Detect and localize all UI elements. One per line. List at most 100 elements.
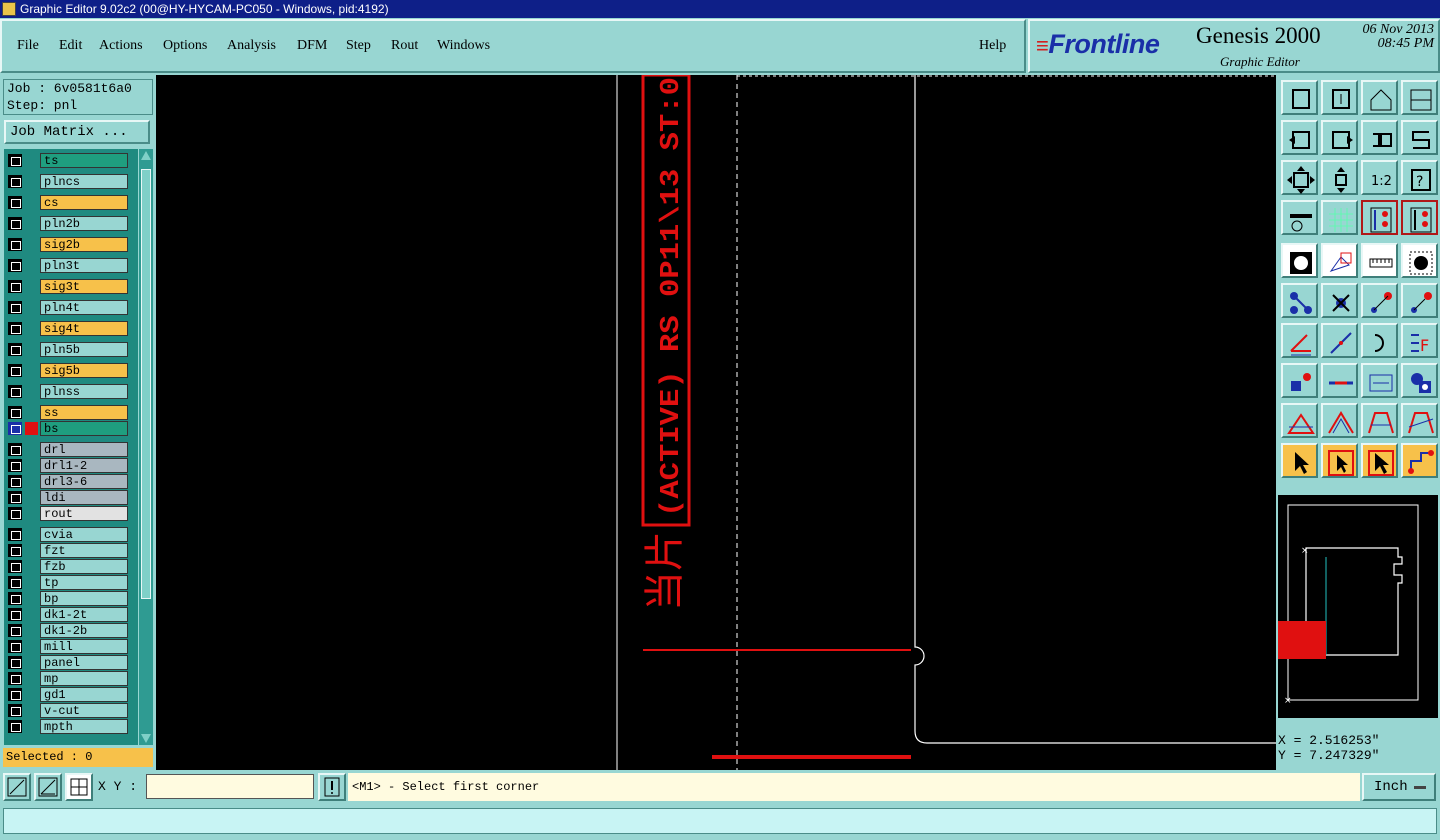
layer-name[interactable]: v-cut: [40, 703, 128, 718]
layer-name[interactable]: drl: [40, 442, 128, 457]
layer-checkbox[interactable]: [8, 592, 22, 605]
angle-icon[interactable]: [1281, 323, 1318, 358]
layer-name[interactable]: pln5b: [40, 342, 128, 357]
menu-dfm[interactable]: DFM: [297, 38, 327, 54]
pan-left-icon[interactable]: [1281, 120, 1318, 155]
dot-icon[interactable]: [1401, 243, 1438, 278]
tools-icon[interactable]: [1281, 200, 1318, 235]
unit-select[interactable]: Inch: [1362, 773, 1436, 801]
layer-checkbox[interactable]: [8, 322, 22, 335]
layer-name[interactable]: sig4t: [40, 321, 128, 336]
layer-checkbox[interactable]: [8, 656, 22, 669]
layer-row-dk1-2t[interactable]: dk1-2t: [6, 607, 128, 622]
layer-row-fzt[interactable]: fzt: [6, 543, 128, 558]
shapes-icon[interactable]: [1401, 363, 1438, 398]
layer-name[interactable]: rout: [40, 506, 128, 521]
layer-checkbox[interactable]: [8, 704, 22, 717]
layer-name[interactable]: tp: [40, 575, 128, 590]
xy-input[interactable]: [146, 774, 314, 799]
layer-row-drl[interactable]: drl: [6, 442, 128, 457]
menu-rout[interactable]: Rout: [391, 38, 418, 54]
layer-name[interactable]: plnss: [40, 384, 128, 399]
layer-row-ss[interactable]: ss: [6, 405, 128, 420]
scroll-up-icon[interactable]: [141, 151, 151, 160]
layer-row-fzb[interactable]: fzb: [6, 559, 128, 574]
layers-icon[interactable]: [1361, 200, 1398, 235]
snap-center-button[interactable]: [65, 773, 93, 801]
layer-checkbox[interactable]: [8, 459, 22, 472]
layer-row-sig2b[interactable]: sig2b: [6, 237, 128, 252]
layer-name[interactable]: mill: [40, 639, 128, 654]
layer-name[interactable]: bp: [40, 591, 128, 606]
layer-name[interactable]: bs: [40, 421, 128, 436]
layer-checkbox[interactable]: [8, 280, 22, 293]
layer-row-tp[interactable]: tp: [6, 575, 128, 590]
menu-analysis[interactable]: Analysis: [227, 38, 276, 54]
redo-icon[interactable]: [1401, 120, 1438, 155]
layer-name[interactable]: fzb: [40, 559, 128, 574]
scroll-down-icon[interactable]: [141, 734, 151, 743]
layer-checkbox[interactable]: [8, 301, 22, 314]
exclamation-icon[interactable]: [318, 773, 346, 801]
layer-checkbox[interactable]: [8, 640, 22, 653]
layer-checkbox[interactable]: [8, 475, 22, 488]
snap-grid-button[interactable]: [3, 773, 31, 801]
layer-name[interactable]: mp: [40, 671, 128, 686]
connect-alt-icon[interactable]: [1401, 283, 1438, 318]
layer-name[interactable]: sig2b: [40, 237, 128, 252]
grid-icon[interactable]: [1321, 200, 1358, 235]
layer-checkbox[interactable]: [8, 385, 22, 398]
arch-icon[interactable]: [1361, 403, 1398, 438]
layer-name[interactable]: cvia: [40, 527, 128, 542]
layer-checkbox[interactable]: [8, 491, 22, 504]
layer-checkbox[interactable]: [8, 154, 22, 167]
layer-row-sig3t[interactable]: sig3t: [6, 279, 128, 294]
layer-checkbox[interactable]: [8, 175, 22, 188]
route-icon[interactable]: [1401, 443, 1438, 478]
layer-name[interactable]: gd1: [40, 687, 128, 702]
cluster-icon[interactable]: [1281, 283, 1318, 318]
layer-name[interactable]: pln2b: [40, 216, 128, 231]
layer-checkbox[interactable]: [8, 544, 22, 557]
layer-row-cvia[interactable]: cvia: [6, 527, 128, 542]
layer-name[interactable]: sig3t: [40, 279, 128, 294]
delete-node-icon[interactable]: [1321, 283, 1358, 318]
ruler-icon[interactable]: [1361, 243, 1398, 278]
layer-checkbox[interactable]: [8, 528, 22, 541]
layer-name[interactable]: pln4t: [40, 300, 128, 315]
home-icon[interactable]: [1281, 80, 1318, 115]
layer-row-mpth[interactable]: mpth: [6, 719, 128, 734]
layer-list[interactable]: ts plncs cs pln2b sig2b pln3t sig3t pln4t sig4t p…: [4, 149, 138, 745]
layer-row-ldi[interactable]: ldi: [6, 490, 128, 505]
layer-name[interactable]: ts: [40, 153, 128, 168]
layer-checkbox[interactable]: [8, 238, 22, 251]
layer-checkbox[interactable]: [8, 259, 22, 272]
menu-help[interactable]: Help: [979, 38, 1006, 54]
layer-name[interactable]: sig5b: [40, 363, 128, 378]
pointer-box-icon[interactable]: [1321, 443, 1358, 478]
layer-row-plncs[interactable]: plncs: [6, 174, 128, 189]
layer-row-sig5b[interactable]: sig5b: [6, 363, 128, 378]
snap-icon[interactable]: [1321, 80, 1358, 115]
pointer-icon[interactable]: [1281, 443, 1318, 478]
layer-checkbox[interactable]: [8, 576, 22, 589]
layer-row-drl1-2[interactable]: drl1-2: [6, 458, 128, 473]
pointer-alt-icon[interactable]: [1361, 443, 1398, 478]
layer-row-pln3t[interactable]: pln3t: [6, 258, 128, 273]
snap-angle-button[interactable]: [34, 773, 62, 801]
layer-checkbox[interactable]: [8, 217, 22, 230]
line-icon[interactable]: [1321, 323, 1358, 358]
layer-name[interactable]: ss: [40, 405, 128, 420]
layer-row-pln5b[interactable]: pln5b: [6, 342, 128, 357]
layer-checkbox[interactable]: [8, 343, 22, 356]
layer-row-gd1[interactable]: gd1: [6, 687, 128, 702]
layer-checkbox[interactable]: [8, 364, 22, 377]
layer-row-ts[interactable]: ts: [6, 153, 128, 168]
menu-windows[interactable]: Windows: [437, 38, 490, 54]
layer-name[interactable]: dk1-2t: [40, 607, 128, 622]
menu-actions[interactable]: Actions: [99, 38, 143, 54]
house-icon[interactable]: [1361, 80, 1398, 115]
layer-row-pln2b[interactable]: pln2b: [6, 216, 128, 231]
layer-checkbox[interactable]: [8, 507, 22, 520]
menu-step[interactable]: Step: [346, 38, 371, 54]
